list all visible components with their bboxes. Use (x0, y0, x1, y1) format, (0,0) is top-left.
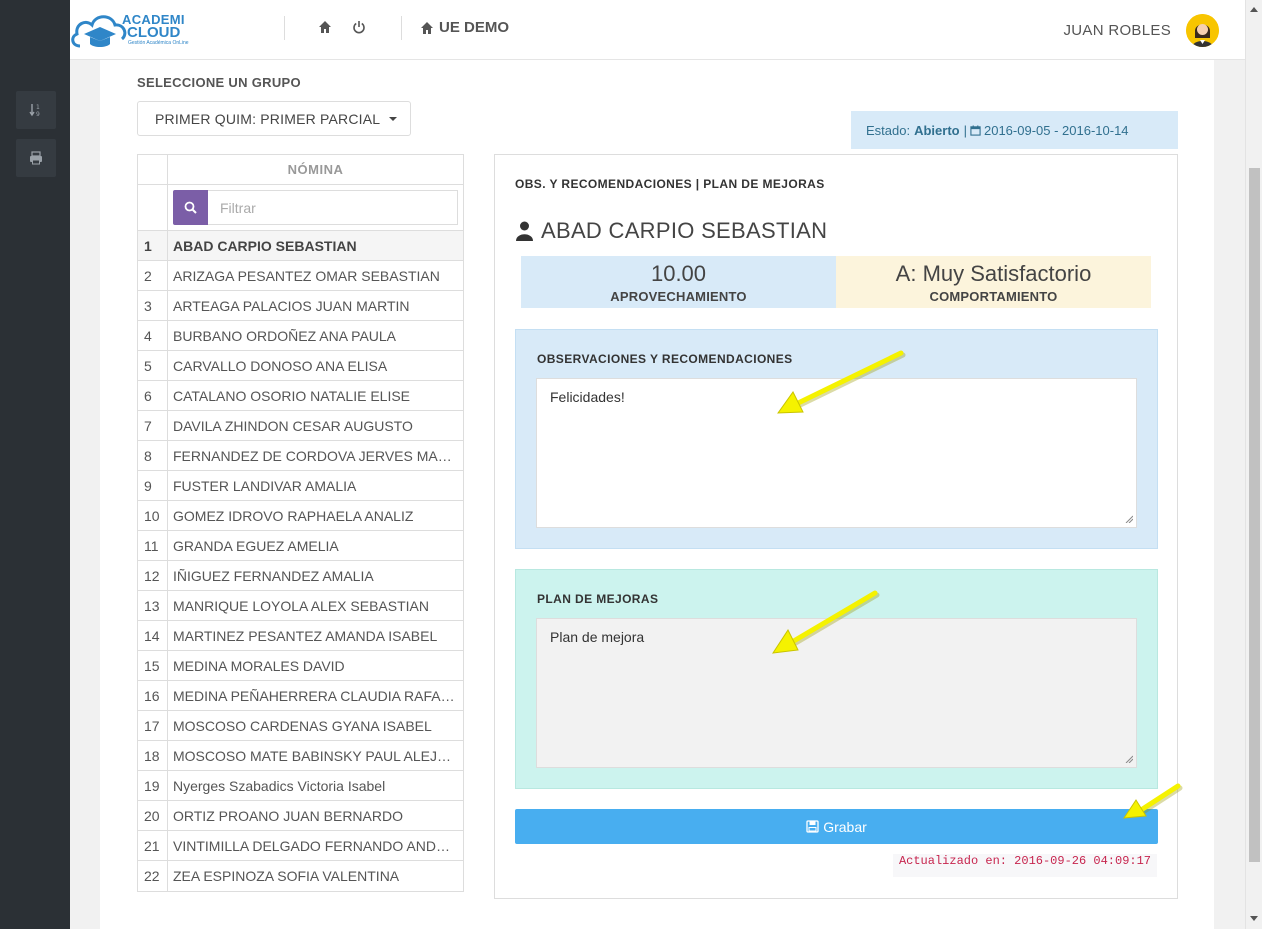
table-row[interactable]: 5 CARVALLO DONOSO ANA ELISA (138, 351, 463, 381)
grade-comportamiento: A: Muy Satisfactorio COMPORTAMIENTO (836, 256, 1151, 308)
annotation-arrow-icon (1123, 783, 1183, 819)
sort-icon[interactable]: 19 (16, 91, 56, 129)
group-label: SELECCIONE UN GRUPO (137, 75, 301, 90)
behavior-value: A: Muy Satisfactorio (895, 261, 1092, 286)
last-updated-timestamp: Actualizado en: 2016-09-26 04:09:17 (892, 854, 1157, 877)
power-icon[interactable] (350, 18, 368, 36)
scroll-down-arrow[interactable] (1250, 916, 1258, 921)
calendar-icon (970, 124, 981, 136)
table-row[interactable]: 16 MEDINA PEÑAHERRERA CLAUDIA RAFAELA (138, 681, 463, 711)
roster-title: NÓMINA (287, 162, 344, 177)
behavior-label: COMPORTAMIENTO (929, 289, 1058, 304)
table-row[interactable]: 17 MOSCOSO CARDENAS GYANA ISABEL (138, 711, 463, 741)
table-row[interactable]: 10 GOMEZ IDROVO RAPHAELA ANALIZ (138, 501, 463, 531)
student-detail-panel: OBS. Y RECOMENDACIONES | PLAN DE MEJORAS… (494, 154, 1178, 899)
table-row[interactable]: 6 CATALANO OSORIO NATALIE ELISE (138, 381, 463, 411)
table-row[interactable]: 12 IÑIGUEZ FERNANDEZ AMALIA (138, 561, 463, 591)
roster-filter-row (138, 185, 463, 231)
user-avatar[interactable] (1186, 14, 1219, 47)
filter-input[interactable] (208, 190, 458, 225)
logo-tagline: Gestión Académica OnLine (128, 40, 189, 46)
school-name: UE DEMO (439, 19, 510, 36)
table-row[interactable]: 13 MANRIQUE LOYOLA ALEX SEBASTIAN (138, 591, 463, 621)
annotation-arrow-icon (771, 590, 880, 654)
panel-title: OBS. Y RECOMENDACIONES | PLAN DE MEJORAS (515, 177, 825, 191)
grade-label: APROVECHAMIENTO (610, 289, 747, 304)
table-row[interactable]: 8 FERNANDEZ DE CORDOVA JERVES MARIA EL... (138, 441, 463, 471)
group-dropdown-value: PRIMER QUIM: PRIMER PARCIAL (155, 110, 381, 127)
table-row[interactable]: 7 DAVILA ZHINDON CESAR AUGUSTO (138, 411, 463, 441)
table-row[interactable]: 21 VINTIMILLA DELGADO FERNANDO ANDRES (138, 831, 463, 861)
svg-text:1: 1 (36, 104, 40, 111)
save-button-label: Grabar (823, 818, 867, 835)
resize-handle-icon[interactable] (1125, 515, 1133, 523)
home-icon[interactable] (316, 18, 334, 36)
table-row[interactable]: 19 Nyerges Szabadics Victoria Isabel (138, 771, 463, 801)
status-state: Abierto (914, 122, 960, 138)
student-heading: ABAD CARPIO SEBASTIAN (515, 218, 827, 244)
chevron-down-icon (389, 116, 398, 121)
status-separator: | (963, 122, 967, 138)
student-name: ABAD CARPIO SEBASTIAN (541, 218, 828, 243)
print-icon[interactable] (16, 139, 56, 177)
roster-rows: 1 ABAD CARPIO SEBASTIAN 2 ARIZAGA PESANTEZ… (138, 231, 463, 891)
header-divider (401, 16, 402, 40)
home-icon (421, 21, 433, 34)
table-row[interactable]: 18 MOSCOSO MATE BABINSKY PAUL ALEJANDRO (138, 741, 463, 771)
user-name[interactable]: JUAN ROBLES (1064, 22, 1172, 39)
table-row[interactable]: 9 FUSTER LANDIVAR AMALIA (138, 471, 463, 501)
table-row[interactable]: 3 ARTEAGA PALACIOS JUAN MARTIN (138, 291, 463, 321)
floppy-disk-icon (806, 820, 819, 833)
annotation-arrow-icon (776, 350, 906, 414)
improvement-plan-label: PLAN DE MEJORAS (537, 592, 659, 606)
search-icon (184, 201, 197, 214)
academicloud-logo[interactable]: ACADEMI CLOUD Gestión Académica OnLine (70, 6, 200, 54)
table-row[interactable]: 20 ORTIZ PROANO JUAN BERNARDO (138, 801, 463, 831)
grade-summary: 10.00 APROVECHAMIENTO A: Muy Satisfactor… (521, 256, 1151, 308)
table-row[interactable]: 4 BURBANO ORDOÑEZ ANA PAULA (138, 321, 463, 351)
grade-value: 10.00 (650, 261, 707, 286)
table-row[interactable]: 22 ZEA ESPINOZA SOFIA VALENTINA (138, 861, 463, 891)
status-date-range: 2016-09-05 - 2016-10-14 (983, 122, 1129, 138)
svg-text:9: 9 (36, 111, 40, 117)
table-row[interactable]: 14 MARTINEZ PESANTEZ AMANDA ISABEL (138, 621, 463, 651)
roster-table: NÓMINA 1ABAD CARPIO SEBASTIAN 2ARIZAGA P… (137, 154, 464, 892)
grade-aprovechamiento: 10.00 APROVECHAMIENTO (521, 256, 836, 308)
table-row[interactable]: 1 ABAD CARPIO SEBASTIAN (138, 231, 463, 261)
scroll-thumb[interactable] (1249, 168, 1260, 862)
status-prefix: Estado: (866, 122, 911, 138)
table-row[interactable]: 11 GRANDA EGUEZ AMELIA (138, 531, 463, 561)
left-rail: 19 (0, 0, 70, 929)
save-button[interactable]: Grabar (515, 809, 1158, 844)
group-dropdown[interactable]: PRIMER QUIM: PRIMER PARCIAL (137, 101, 411, 136)
top-header: ACADEMI CLOUD Gestión Académica OnLine U… (70, 0, 1245, 60)
user-icon (516, 221, 533, 241)
logo-text-bottom: CLOUD (127, 24, 181, 41)
table-row[interactable]: 15 MEDINA MORALES DAVID (138, 651, 463, 681)
table-row[interactable]: 2 ARIZAGA PESANTEZ OMAR SEBASTIAN (138, 261, 463, 291)
page-scrollbar[interactable] (1245, 0, 1262, 929)
period-status: Estado: Abierto | 2016-09-05 - 2016-10-1… (851, 111, 1178, 149)
scroll-up-arrow[interactable] (1250, 7, 1258, 12)
header-divider (284, 16, 285, 40)
school-link[interactable]: UE DEMO (420, 19, 509, 36)
search-button[interactable] (173, 190, 208, 225)
resize-handle-icon[interactable] (1125, 755, 1133, 763)
roster-header: NÓMINA (138, 155, 463, 185)
observations-label: OBSERVACIONES Y RECOMENDACIONES (537, 352, 793, 366)
